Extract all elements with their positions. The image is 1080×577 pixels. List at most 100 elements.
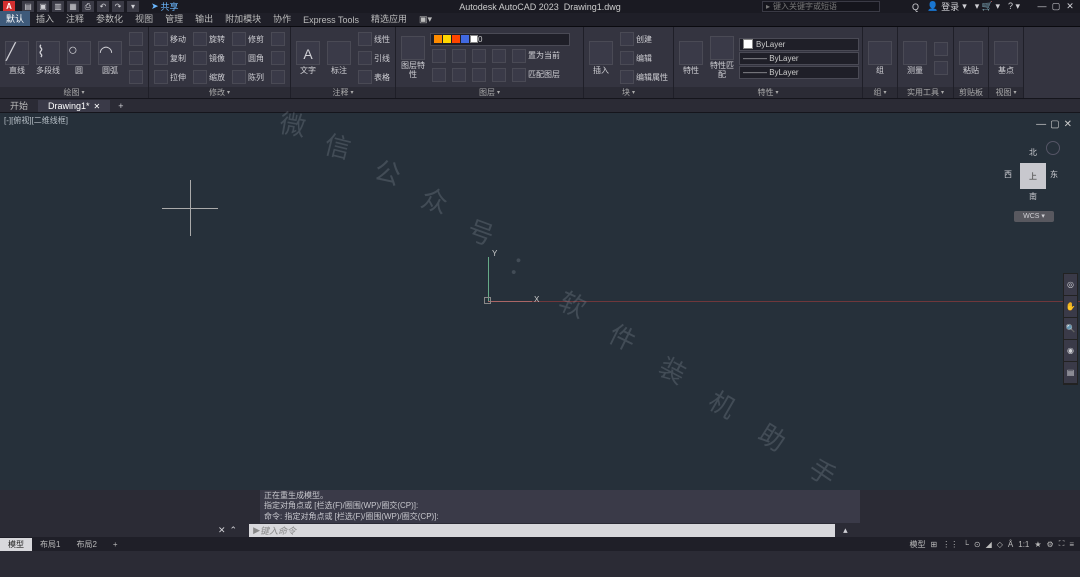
close-button[interactable]: ✕ [1064,1,1076,12]
viewport-label[interactable]: [-][俯视][二维线框] [4,115,68,126]
tab-collab[interactable]: 协作 [267,11,297,26]
tab-manage[interactable]: 管理 [159,11,189,26]
layer-props-button[interactable]: 图层特性 [399,29,427,87]
nav-pan-icon[interactable]: ✋ [1064,296,1077,318]
linear-button[interactable]: 线性 [356,30,392,48]
nav-wheel-icon[interactable]: ◎ [1064,274,1077,296]
layer-match[interactable]: 匹配图层 [510,66,562,84]
status-model[interactable]: 模型 [910,539,926,550]
tab-view[interactable]: 视图 [129,11,159,26]
line-button[interactable]: ╱直线 [3,29,31,87]
table-button[interactable]: 表格 [356,68,392,86]
create-button[interactable]: 创建 [618,30,670,48]
status-iso-icon[interactable]: ◢ [986,540,992,549]
app-menu-icon[interactable]: ▾ 🛒 ▾ [975,1,1000,12]
array-button[interactable]: 陈列 [230,68,266,86]
draw-ext3[interactable] [127,68,145,86]
maximize-button[interactable]: ▢ [1050,1,1062,12]
status-ortho-icon[interactable]: └ [963,540,969,549]
viewcube-north[interactable]: 北 [1029,147,1037,158]
help-icon[interactable]: Q [912,2,919,12]
util1[interactable] [932,40,950,58]
tab-insert[interactable]: 插入 [30,11,60,26]
status-anno-icon[interactable]: ★ [1034,540,1041,549]
viewcube-top[interactable]: 上 [1020,163,1046,189]
vp-close-icon[interactable]: ✕ [1064,119,1072,130]
modify-ext2[interactable] [269,49,287,67]
props-button[interactable]: 特性 [677,29,705,87]
add-layout-button[interactable]: + [105,539,126,550]
dim-button[interactable]: 标注 [325,29,353,87]
cmd-recent-icon[interactable]: ⌃ [230,525,238,536]
layer-dropdown[interactable]: 0 [430,33,570,46]
nav-orbit-icon[interactable]: ◉ [1064,340,1077,362]
cmd-expand-icon[interactable]: ▴ [843,525,848,536]
util2[interactable] [932,59,950,77]
draw-ext1[interactable] [127,30,145,48]
layer-btn6[interactable] [450,66,468,84]
modify-ext3[interactable] [269,68,287,86]
tab-annotate[interactable]: 注释 [60,11,90,26]
vp-max-icon[interactable]: ▢ [1050,119,1059,130]
status-gear-icon[interactable]: ⚙ [1047,540,1054,549]
status-custom-icon[interactable]: ≡ [1069,540,1074,549]
rotate-button[interactable]: 旋转 [191,30,227,48]
layer-btn8[interactable] [490,66,508,84]
viewcube-west[interactable]: 西 [1004,169,1012,180]
nav-zoom-icon[interactable]: 🔍 [1064,318,1077,340]
mirror-button[interactable]: 镜像 [191,49,227,67]
insert-button[interactable]: 插入 [587,29,615,87]
layer-btn4[interactable] [490,47,508,65]
attr-button[interactable]: 编辑属性 [618,68,670,86]
tab-featured[interactable]: 精选应用 [365,11,413,26]
layer-btn7[interactable] [470,66,488,84]
layout2-tab[interactable]: 布局2 [68,538,104,551]
help2-icon[interactable]: ? ▾ [1008,1,1020,12]
copy-button[interactable]: 复制 [152,49,188,67]
viewcube-east[interactable]: 东 [1050,169,1058,180]
command-input[interactable]: ▶ 键入命令 [249,524,835,537]
layer-setcurrent[interactable]: 置为当前 [510,47,562,65]
polyline-button[interactable]: ⌇多段线 [34,29,62,87]
paste-button[interactable]: 粘贴 [957,29,985,87]
circle-button[interactable]: ○圆 [65,29,93,87]
login-button[interactable]: 👤登录▾ [927,0,967,13]
viewcube-rotate-icon[interactable] [1046,141,1060,155]
tab-default[interactable]: 默认 [0,11,30,26]
start-tab[interactable]: 开始 [0,98,38,113]
vp-min-icon[interactable]: — [1036,119,1046,130]
viewcube[interactable]: 北 南 西 东 上 WCS ▾ [1004,141,1062,223]
text-button[interactable]: A文字 [294,29,322,87]
tab-addins[interactable]: 附加模块 [219,11,267,26]
close-tab-icon[interactable]: ✕ [94,102,101,111]
layer-btn2[interactable] [450,47,468,65]
group-button[interactable]: 组 [866,29,894,87]
color-dropdown[interactable]: ByLayer [739,38,859,51]
tab-more[interactable]: ▣▾ [413,13,438,26]
status-scale[interactable]: 1:1 [1018,540,1029,549]
tab-parametric[interactable]: 参数化 [90,11,129,26]
trim-button[interactable]: 修剪 [230,30,266,48]
viewcube-south[interactable]: 南 [1029,191,1037,202]
nav-showmotion-icon[interactable]: ▤ [1064,362,1077,384]
status-fullscreen-icon[interactable]: ⛶ [1059,539,1065,549]
model-tab[interactable]: 模型 [0,538,32,551]
arc-button[interactable]: ◠圆弧 [96,29,124,87]
edit-button[interactable]: 编辑 [618,49,670,67]
layout1-tab[interactable]: 布局1 [32,538,68,551]
lineweight-dropdown[interactable]: ——— ByLayer [739,66,859,79]
layer-btn3[interactable] [470,47,488,65]
cmd-close-icon[interactable]: ✕ [218,525,226,536]
tab-express[interactable]: Express Tools [297,14,365,26]
match-props-button[interactable]: 特性匹配 [708,29,736,87]
fillet-button[interactable]: 圆角 [230,49,266,67]
drawing-canvas[interactable]: [-][俯视][二维线框] — ▢ ✕ XY 北 南 西 东 上 WCS ▾ ◎… [0,113,1080,490]
tab-output[interactable]: 输出 [189,11,219,26]
status-3dosnap-icon[interactable]: Å [1008,540,1013,549]
search-input[interactable]: ▸键入关键字或短语 [762,1,880,12]
drawing-tab[interactable]: Drawing1*✕ [38,100,110,112]
layer-btn1[interactable] [430,47,448,65]
status-polar-icon[interactable]: ⊙ [974,540,981,549]
layer-btn5[interactable] [430,66,448,84]
wcs-label[interactable]: WCS ▾ [1014,211,1054,222]
